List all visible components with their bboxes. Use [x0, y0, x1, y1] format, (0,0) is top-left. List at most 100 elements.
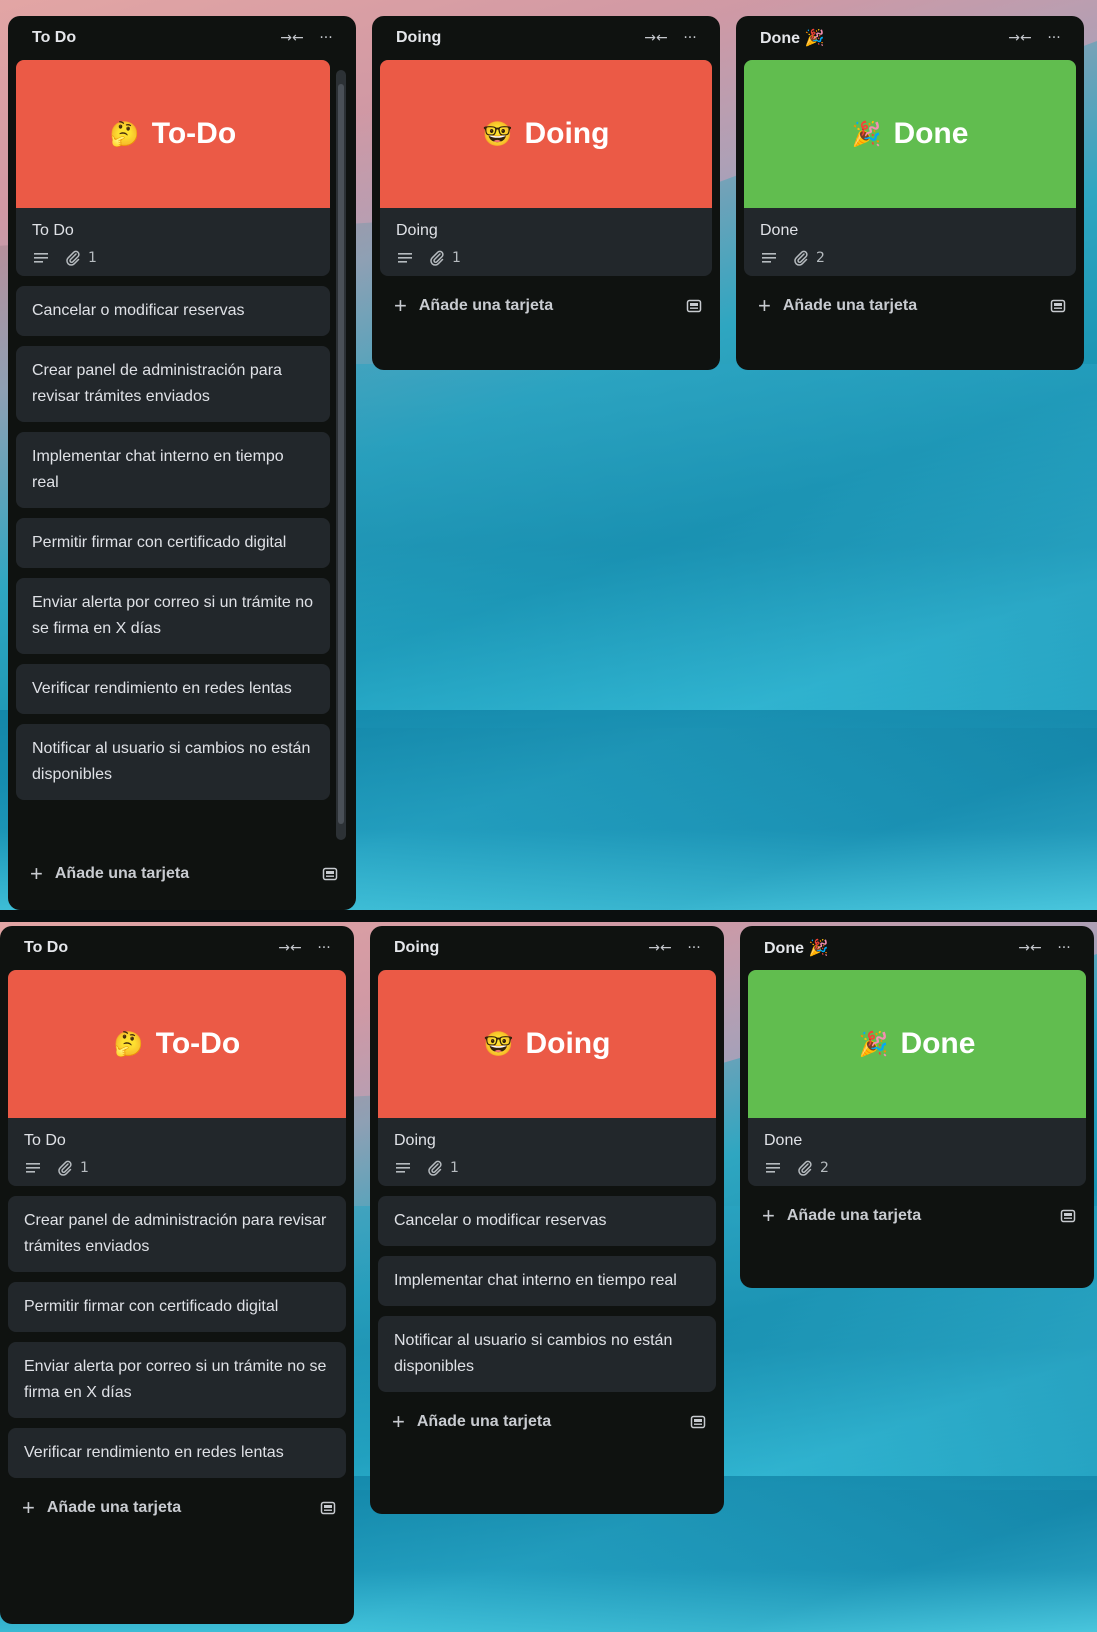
list-card[interactable]: Permitir firmar con certificado digital [16, 518, 330, 568]
card-title: Crear panel de administración para revis… [32, 362, 282, 405]
list-card[interactable]: Cancelar o modificar reservas [16, 286, 330, 336]
card-badges: 2 [764, 1160, 1070, 1176]
card-template-icon[interactable] [1056, 1204, 1080, 1228]
list-card[interactable]: Implementar chat interno en tiempo real [16, 432, 330, 508]
list-done: Done 🎉 →← ··· 🎉 Done Done 2 + Añade una … [736, 16, 1084, 370]
list-card[interactable]: Crear panel de administración para revis… [16, 346, 330, 422]
cover-card[interactable]: 🎉 Done Done 2 [744, 60, 1076, 276]
card-title: Done [764, 1132, 803, 1149]
list-card[interactable]: Implementar chat interno en tiempo real [378, 1256, 716, 1306]
board-screenshot-before: To Do →← ··· 🤔 To-Do To Do 1 Cancelar o … [0, 0, 1097, 910]
nerd-face-icon: 🤓 [482, 120, 513, 148]
list-card[interactable]: Crear panel de administración para revis… [8, 1196, 346, 1272]
list-title[interactable]: To Do [32, 29, 272, 47]
add-card-button[interactable]: + Añade una tarjeta [744, 286, 1076, 326]
board-screenshot-after: To Do →← ··· 🤔 To-Do To Do 1 Crear panel… [0, 922, 1097, 1632]
list-card[interactable]: Verificar rendimiento en redes lentas [8, 1428, 346, 1478]
plus-icon: + [30, 861, 43, 886]
description-lines-icon [24, 1160, 42, 1176]
add-card-label: Añade una tarjeta [786, 1207, 922, 1224]
card-template-icon[interactable] [682, 294, 706, 318]
add-card-button[interactable]: + Añade una tarjeta [378, 1402, 716, 1442]
cover-text: Doing [524, 117, 610, 150]
list-card[interactable]: Enviar alerta por correo si un trámite n… [8, 1342, 346, 1418]
list-todo: To Do →← ··· 🤔 To-Do To Do [0, 926, 354, 1624]
list-doing: Doing →← ··· 🤓 Doing Doing [370, 926, 724, 1514]
add-card-button[interactable]: + Añade una tarjeta [8, 1488, 346, 1528]
more-dots-icon[interactable]: ··· [1040, 24, 1068, 52]
list-done: Done 🎉 →← ··· 🎉 Done Done 2 + Añade una … [740, 926, 1094, 1288]
card-title: Done [760, 222, 799, 239]
list-card[interactable]: Cancelar o modificar reservas [378, 1196, 716, 1246]
collapse-arrows-icon[interactable]: →← [278, 24, 306, 52]
attachment-count: 2 [816, 250, 825, 266]
card-cover: 🤓 Doing [378, 970, 716, 1118]
more-dots-icon[interactable]: ··· [676, 24, 704, 52]
list-title[interactable]: Doing [396, 29, 636, 47]
card-cover: 🤔 To-Do [16, 60, 330, 208]
cover-text: To-Do [151, 117, 237, 150]
list-card[interactable]: Notificar al usuario si cambios no están… [16, 724, 330, 800]
list-doing: Doing →← ··· 🤓 Doing Doing [372, 16, 720, 370]
card-template-icon[interactable] [1046, 294, 1070, 318]
list-card[interactable]: Notificar al usuario si cambios no están… [378, 1316, 716, 1392]
plus-icon: + [22, 1495, 35, 1520]
add-card-label: Añade una tarjeta [416, 1413, 552, 1430]
party-popper-icon: 🎉 [851, 120, 882, 148]
plus-icon: + [758, 293, 771, 318]
thinking-face-icon: 🤔 [113, 1030, 144, 1058]
list-title[interactable]: Done 🎉 [764, 938, 1010, 958]
description-lines-icon [396, 250, 414, 266]
card-title: Enviar alerta por correo si un trámite n… [24, 1358, 327, 1401]
add-card-button[interactable]: + Añade una tarjeta [380, 286, 712, 326]
card-title: Verificar rendimiento en redes lentas [24, 1444, 284, 1461]
collapse-arrows-icon[interactable]: →← [642, 24, 670, 52]
cover-card[interactable]: 🤓 Doing Doing 1 [380, 60, 712, 276]
description-lines-icon [760, 250, 778, 266]
cover-text: Done [893, 117, 969, 150]
collapse-arrows-icon[interactable]: →← [646, 934, 674, 962]
plus-icon: + [394, 293, 407, 318]
plus-icon: + [762, 1203, 775, 1228]
collapse-arrows-icon[interactable]: →← [1016, 934, 1044, 962]
card-cover: 🎉 Done [748, 970, 1086, 1118]
more-dots-icon[interactable]: ··· [312, 24, 340, 52]
scrollbar-thumb[interactable] [338, 84, 344, 824]
card-title: Verificar rendimiento en redes lentas [32, 680, 292, 697]
card-template-icon[interactable] [318, 862, 342, 886]
add-card-button[interactable]: + Añade una tarjeta [748, 1196, 1086, 1236]
card-template-icon[interactable] [316, 1496, 340, 1520]
list-title[interactable]: To Do [24, 939, 270, 957]
card-badges: 1 [32, 250, 314, 266]
card-template-icon[interactable] [686, 1410, 710, 1434]
nerd-face-icon: 🤓 [483, 1030, 514, 1058]
more-dots-icon[interactable]: ··· [310, 934, 338, 962]
cover-card[interactable]: 🎉 Done Done 2 [748, 970, 1086, 1186]
cover-text: To-Do [155, 1027, 241, 1060]
thinking-face-icon: 🤔 [109, 120, 140, 148]
list-card[interactable]: Permitir firmar con certificado digital [8, 1282, 346, 1332]
card-cover: 🎉 Done [744, 60, 1076, 208]
list-title[interactable]: Done 🎉 [760, 28, 1000, 48]
collapse-arrows-icon[interactable]: →← [1006, 24, 1034, 52]
cover-card[interactable]: 🤓 Doing Doing 1 [378, 970, 716, 1186]
cover-card[interactable]: 🤔 To-Do To Do 1 [16, 60, 330, 276]
scrollbar[interactable] [336, 70, 346, 840]
more-dots-icon[interactable]: ··· [1050, 934, 1078, 962]
more-dots-icon[interactable]: ··· [680, 934, 708, 962]
paperclip-icon [426, 1160, 444, 1176]
list-card[interactable]: Enviar alerta por correo si un trámite n… [16, 578, 330, 654]
list-title[interactable]: Doing [394, 939, 640, 957]
cover-card[interactable]: 🤔 To-Do To Do 1 [8, 970, 346, 1186]
list-todo: To Do →← ··· 🤔 To-Do To Do [8, 16, 356, 910]
add-card-button[interactable]: + Añade una tarjeta [16, 854, 348, 894]
list-card[interactable]: Verificar rendimiento en redes lentas [16, 664, 330, 714]
card-title: Permitir firmar con certificado digital [32, 534, 287, 551]
add-card-label: Añade una tarjeta [46, 1499, 182, 1516]
description-lines-icon [394, 1160, 412, 1176]
list-header: Done 🎉 →← ··· [744, 24, 1076, 52]
attachment-count: 1 [450, 1160, 459, 1176]
collapse-arrows-icon[interactable]: →← [276, 934, 304, 962]
card-title: Crear panel de administración para revis… [24, 1212, 327, 1255]
add-card-label: Añade una tarjeta [54, 865, 190, 882]
